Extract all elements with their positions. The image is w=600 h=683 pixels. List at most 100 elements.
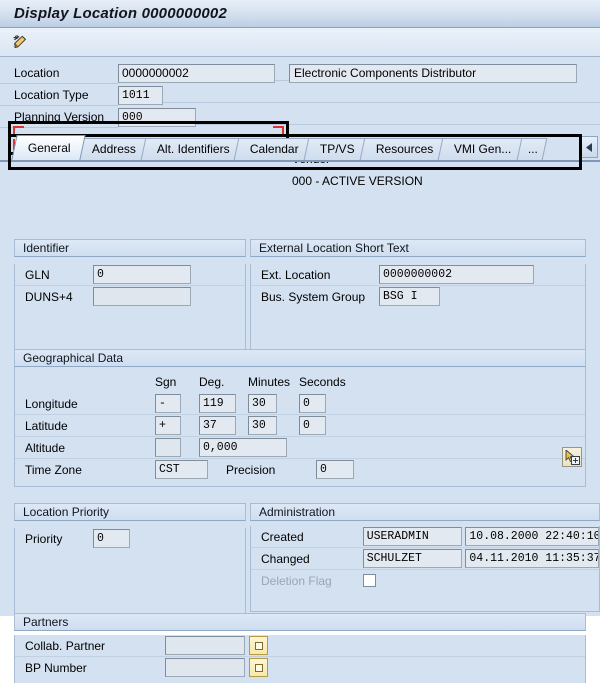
longitude-row: Longitude - 119 30 0 <box>15 393 585 415</box>
precision-input[interactable]: 0 <box>316 460 354 479</box>
latitude-sign-input[interactable]: + <box>155 416 181 435</box>
latitude-degrees-input[interactable]: 37 <box>199 416 236 435</box>
identifier-group-title: Identifier <box>14 239 246 257</box>
external-location-group-title: External Location Short Text <box>250 239 586 257</box>
duns4-input[interactable] <box>93 287 191 306</box>
geo-col-deg: Deg. <box>199 375 225 389</box>
longitude-seconds-input[interactable]: 0 <box>299 394 326 413</box>
tab-scroll-left-button[interactable] <box>581 136 598 158</box>
tab-vmi-general[interactable]: VMI Gen... <box>437 138 526 160</box>
timezone-input[interactable]: CST <box>155 460 208 479</box>
latitude-seconds-input[interactable]: 0 <box>299 416 326 435</box>
ext-location-row: Ext. Location 0000000002 <box>251 264 585 286</box>
deletion-flag-checkbox[interactable] <box>363 574 376 587</box>
administration-group-title: Administration <box>250 503 600 521</box>
group-identifier: Identifier GLN 0 DUNS+4 <box>14 239 246 352</box>
duns4-row: DUNS+4 <box>15 286 245 307</box>
geo-col-sgn: Sgn <box>155 375 177 389</box>
location-description: Electronic Components Distributor <box>289 64 577 83</box>
administration-group-body: Created USERADMIN 10.08.2000 22:40:10 Ch… <box>250 526 600 612</box>
edit-pencil-icon[interactable] <box>8 31 32 54</box>
gln-label: GLN <box>25 267 50 282</box>
created-user-input: USERADMIN <box>362 527 463 546</box>
location-input[interactable]: 0000000002 <box>118 64 275 83</box>
duns4-label: DUNS+4 <box>25 289 73 304</box>
identifier-group-body: GLN 0 DUNS+4 <box>14 264 246 352</box>
header-row-location: Location 0000000002 Electronic Component… <box>0 63 600 84</box>
tab-address[interactable]: Address <box>75 138 151 160</box>
collab-partner-value-help-button[interactable] <box>249 636 268 655</box>
altitude-sign-input[interactable] <box>155 438 181 457</box>
planning-version-text: 000 - ACTIVE VERSION <box>292 174 423 188</box>
group-partners: Partners Collab. Partner BP Number <box>14 613 586 683</box>
location-priority-group-body: Priority 0 <box>14 528 246 614</box>
priority-row: Priority 0 <box>15 528 245 549</box>
created-label: Created <box>261 529 304 544</box>
gln-input[interactable]: 0 <box>93 265 191 284</box>
geo-column-headers: Sgn Deg. Minutes Seconds <box>15 367 585 393</box>
group-external-location: External Location Short Text Ext. Locati… <box>250 239 586 352</box>
tab-calendar[interactable]: Calendar <box>234 138 314 160</box>
deletion-flag-row: Deletion Flag <box>251 570 599 591</box>
geographical-group-title: Geographical Data <box>14 349 586 367</box>
tab-resources[interactable]: Resources <box>359 138 448 160</box>
external-location-group-body: Ext. Location 0000000002 Bus. System Gro… <box>250 264 586 352</box>
deletion-flag-label: Deletion Flag <box>261 573 332 588</box>
timezone-row: Time Zone CST Precision 0 <box>15 459 585 480</box>
header-row-location-type: Location Type 1011 <box>0 85 600 106</box>
created-timestamp: 10.08.2000 22:40:10 <box>465 527 599 546</box>
tab-overflow-more[interactable]: ... <box>516 138 547 160</box>
map-select-icon[interactable] <box>562 447 582 467</box>
form-page: Location 0000000002 Electronic Component… <box>0 57 600 683</box>
priority-input[interactable]: 0 <box>93 529 130 548</box>
header-gap-2 <box>163 88 600 103</box>
ext-location-input[interactable]: 0000000002 <box>379 265 534 284</box>
location-type-label: Location Type <box>0 85 118 106</box>
bp-number-label: BP Number <box>25 660 87 675</box>
changed-user-input: SCHULZET <box>362 549 463 568</box>
collab-partner-row: Collab. Partner <box>15 635 585 657</box>
planning-version-input[interactable]: 000 <box>118 108 196 127</box>
latitude-minutes-input[interactable]: 30 <box>248 416 277 435</box>
bp-number-row: BP Number <box>15 657 585 678</box>
altitude-value-input[interactable]: 0,000 <box>199 438 287 457</box>
altitude-label: Altitude <box>25 440 66 455</box>
altitude-row: Altitude 0,000 <box>15 437 585 459</box>
longitude-sign-input[interactable]: - <box>155 394 181 413</box>
changed-timestamp: 04.11.2010 11:35:37 <box>465 549 599 568</box>
gln-row: GLN 0 <box>15 264 245 286</box>
geographical-group-body: Sgn Deg. Minutes Seconds Longitude - 119… <box>14 367 586 487</box>
created-row: Created USERADMIN 10.08.2000 22:40:10 <box>251 526 599 548</box>
geo-col-minutes: Minutes <box>248 375 291 389</box>
longitude-label: Longitude <box>25 396 78 411</box>
header-gap-1 <box>275 66 289 81</box>
ext-location-label: Ext. Location <box>261 267 331 282</box>
planning-version-label: Planning Version <box>0 107 118 128</box>
timezone-label: Time Zone <box>25 462 82 477</box>
page-title: Display Location 0000000002 <box>14 5 228 22</box>
location-type-input[interactable]: 1011 <box>118 86 163 105</box>
group-geographical-data: Geographical Data Sgn Deg. Minutes Secon… <box>14 349 586 487</box>
changed-row: Changed SCHULZET 04.11.2010 11:35:37 <box>251 548 599 570</box>
bp-number-input[interactable] <box>165 658 245 677</box>
priority-label: Priority <box>25 531 63 546</box>
tab-bar: General Address Alt. Identifiers Calenda… <box>0 134 600 170</box>
window-title-bar: Display Location 0000000002 <box>0 0 600 28</box>
header-row-planning-version: Planning Version 000 <box>0 107 600 128</box>
changed-label: Changed <box>261 551 310 566</box>
bp-number-value-help-button[interactable] <box>249 658 268 677</box>
location-priority-group-title: Location Priority <box>14 503 246 521</box>
longitude-minutes-input[interactable]: 30 <box>248 394 277 413</box>
tab-strip: General Address Alt. Identifiers Calenda… <box>0 134 600 162</box>
bus-system-group-input[interactable]: BSG I <box>379 287 440 306</box>
tab-alt-identifiers[interactable]: Alt. Identifiers <box>140 138 244 160</box>
header-fields: Location 0000000002 Electronic Component… <box>0 57 600 188</box>
geo-col-seconds: Seconds <box>299 375 346 389</box>
precision-label: Precision <box>226 462 276 477</box>
longitude-degrees-input[interactable]: 119 <box>199 394 236 413</box>
tab-general[interactable]: General <box>11 135 86 160</box>
group-location-priority: Location Priority Priority 0 <box>14 503 246 614</box>
location-label: Location <box>0 63 118 84</box>
collab-partner-input[interactable] <box>165 636 245 655</box>
bus-system-group-row: Bus. System Group BSG I <box>251 286 585 307</box>
